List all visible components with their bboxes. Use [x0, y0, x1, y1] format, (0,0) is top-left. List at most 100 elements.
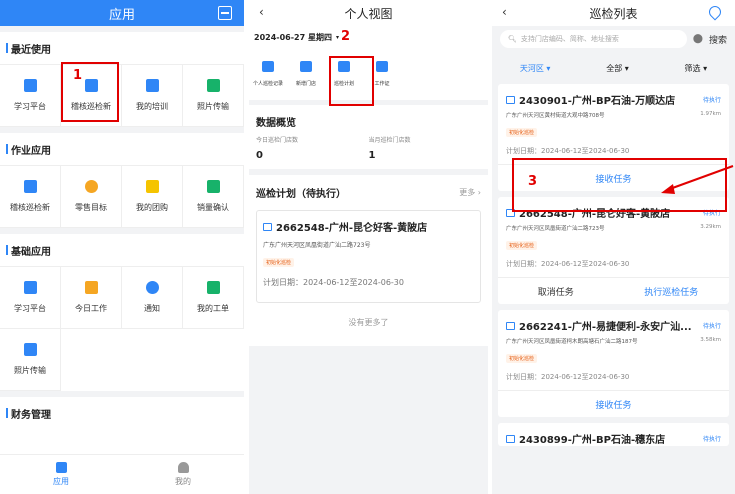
- plan-title: 巡检计划（待执行）: [256, 189, 346, 200]
- photo-icon: [23, 343, 37, 356]
- scan-icon[interactable]: [218, 6, 232, 20]
- back-icon[interactable]: ‹: [502, 5, 507, 19]
- page-title: 应用: [108, 7, 135, 23]
- inspection-list-screen: ‹ 巡检列表 🔍︎ 支持门店编码、简称、地址搜索 ⬤ 搜索 天河区 ▾ 全部 ▾ …: [492, 0, 735, 494]
- annotation-box-1: [61, 62, 119, 122]
- app-learning-platform[interactable]: 学习平台: [0, 65, 61, 127]
- back-icon[interactable]: ‹: [259, 5, 264, 19]
- more-link[interactable]: 更多 ›: [459, 187, 481, 198]
- overview-title: 数据概览: [256, 118, 296, 129]
- annotation-box-2: [329, 56, 374, 106]
- tab-mine[interactable]: 我的: [122, 455, 244, 494]
- annotation-label-2: 2: [341, 29, 351, 44]
- learning-icon: [23, 79, 37, 92]
- filter-status[interactable]: 全部 ▾: [606, 63, 629, 74]
- app-label: 我的培训: [136, 102, 168, 111]
- annotation-label-1: 1: [73, 68, 83, 83]
- app-today-work[interactable]: 今日工作: [61, 267, 122, 329]
- personal-view-screen: ‹ 个人视图 2024-06-27 星期四 ▾ 个人巡检记录 新增门店 巡检计划…: [249, 0, 488, 494]
- photo-icon: [206, 79, 220, 92]
- app-photo-transfer[interactable]: 照片传输: [0, 329, 61, 391]
- app-retail-target[interactable]: 零售目标: [61, 166, 122, 228]
- app-home-screen: 应用 最近使用 学习平台 稽核巡检新 我的培训 照片传输 作业应用 稽核巡检新 …: [0, 0, 244, 494]
- quick-inspection-records[interactable]: 个人巡检记录: [249, 61, 287, 87]
- section-title: 作业应用: [0, 133, 244, 165]
- app-my-training[interactable]: 我的培训: [122, 65, 183, 127]
- app-group-buy[interactable]: 我的团购: [122, 166, 183, 228]
- group-buy-icon: [145, 180, 159, 193]
- task-tag: 初始化巡检: [506, 354, 538, 363]
- records-icon: [262, 61, 274, 72]
- app-label: 照片传输: [14, 366, 46, 375]
- app-grid-work: 稽核巡检新 零售目标 我的团购 销量确认: [0, 165, 244, 228]
- plan-tag: 初始化巡检: [263, 258, 295, 267]
- accept-task-button[interactable]: 接收任务: [498, 391, 729, 417]
- task-distance: 3.58km: [700, 337, 721, 343]
- user-icon: [177, 462, 189, 473]
- app-label: 稽核巡检新: [10, 203, 50, 212]
- stat-label: 当月巡检门店数: [368, 137, 411, 144]
- task-date: 计划日期：2024-06-12至2024-06-30: [498, 364, 729, 391]
- annotation-arrow: [661, 165, 734, 194]
- task-name: 2430899-广州-BP石油-穗东店: [519, 435, 666, 446]
- annotation-label-3: 3: [528, 174, 538, 189]
- search-bar: 🔍︎ 支持门店编码、简称、地址搜索 ⬤ 搜索: [492, 26, 735, 52]
- app-grid-recent: 学习平台 稽核巡检新 我的培训 照片传输: [0, 64, 244, 127]
- store-icon: [506, 321, 515, 330]
- section-title: 基础应用: [0, 234, 244, 266]
- tab-apps[interactable]: 应用: [0, 455, 122, 494]
- search-icon: 🔍︎: [508, 35, 517, 43]
- task-status: 待执行: [702, 323, 721, 330]
- map-icon[interactable]: [706, 3, 724, 21]
- app-grid-basic: 学习平台 今日工作 通知 我的工单 照片传输: [0, 266, 244, 391]
- plan-store-name: 2662548-广州-昆仑好客-黄陂店: [276, 223, 428, 234]
- app-label: 我的工单: [197, 304, 229, 313]
- tab-label: 应用: [53, 477, 69, 486]
- quick-label: 个人巡检记录: [252, 81, 283, 87]
- search-button[interactable]: 搜索: [709, 33, 727, 46]
- search-input[interactable]: 🔍︎ 支持门店编码、简称、地址搜索: [500, 30, 687, 48]
- task-name: 2430901-广州-BP石油-万顺达店: [519, 96, 676, 107]
- task-tag: 初始化巡检: [506, 241, 538, 250]
- task-card[interactable]: 2430899-广州-BP石油-穗东店 待执行: [498, 423, 729, 446]
- bottom-tab-bar: 应用 我的: [0, 454, 244, 494]
- filter-bar: 天河区 ▾ 全部 ▾ 筛选 ▾: [492, 52, 735, 84]
- filter-district[interactable]: 天河区 ▾: [520, 63, 551, 74]
- mic-icon[interactable]: ⬤: [693, 34, 703, 44]
- filter-more[interactable]: 筛选 ▾: [685, 63, 708, 74]
- cancel-task-button[interactable]: 取消任务: [498, 278, 614, 304]
- quick-label: 工作证: [374, 81, 390, 87]
- app-notification[interactable]: 通知: [122, 267, 183, 329]
- app-photo-transfer[interactable]: 照片传输: [183, 65, 244, 127]
- page-title: 巡检列表: [589, 6, 638, 21]
- date-selector[interactable]: 2024-06-27 星期四 ▾: [249, 26, 488, 48]
- task-card[interactable]: 2662548-广州-昆仑好客-黄陂店 待执行 广东广州天河区凤凰街道广汕二路72…: [498, 197, 729, 304]
- stat-value: 1: [368, 150, 376, 161]
- app-sales-confirm[interactable]: 销量确认: [183, 166, 244, 228]
- quick-new-store[interactable]: 新增门店: [287, 61, 325, 87]
- task-status: 待执行: [702, 436, 721, 443]
- task-distance: 1.97km: [700, 111, 721, 117]
- app-header: 应用: [0, 0, 244, 26]
- task-name: 2662241-广州-易捷便利-永安广汕...: [519, 322, 692, 333]
- personal-view-header: ‹ 个人视图: [249, 0, 488, 26]
- app-label: 我的团购: [136, 203, 168, 212]
- inspection-list-header: ‹ 巡检列表: [492, 0, 735, 26]
- briefcase-icon: [84, 281, 98, 294]
- task-address: 广东广州天河区凤凰街道广汕二路723号: [506, 226, 605, 232]
- task-card[interactable]: 2662241-广州-易捷便利-永安广汕... 待执行 广东广州天河区凤凰街道柯木…: [498, 310, 729, 417]
- execute-task-button[interactable]: 执行巡检任务: [614, 278, 730, 304]
- sales-icon: [206, 180, 220, 193]
- task-distance: 3.29km: [700, 224, 721, 230]
- plan-item[interactable]: 2662548-广州-昆仑好客-黄陂店 广东广州天河区凤凰街道广汕二路723号 …: [256, 210, 481, 303]
- plan-card: 巡检计划（待执行） 更多 › 2662548-广州-昆仑好客-黄陂店 广东广州天…: [249, 175, 488, 346]
- task-address: 广东广州天河区凤凰街道柯木朗高塘石广汕二路187号: [506, 339, 638, 345]
- quick-label: 新增门店: [295, 81, 316, 87]
- store-icon: [300, 61, 312, 72]
- no-more-text: 没有更多了: [348, 318, 389, 327]
- app-audit-inspection[interactable]: 稽核巡检新: [0, 166, 61, 228]
- app-my-tickets[interactable]: 我的工单: [183, 267, 244, 329]
- app-learning-platform[interactable]: 学习平台: [0, 267, 61, 329]
- stat-label: 今日巡检门店数: [256, 137, 299, 144]
- app-label: 零售目标: [75, 203, 107, 212]
